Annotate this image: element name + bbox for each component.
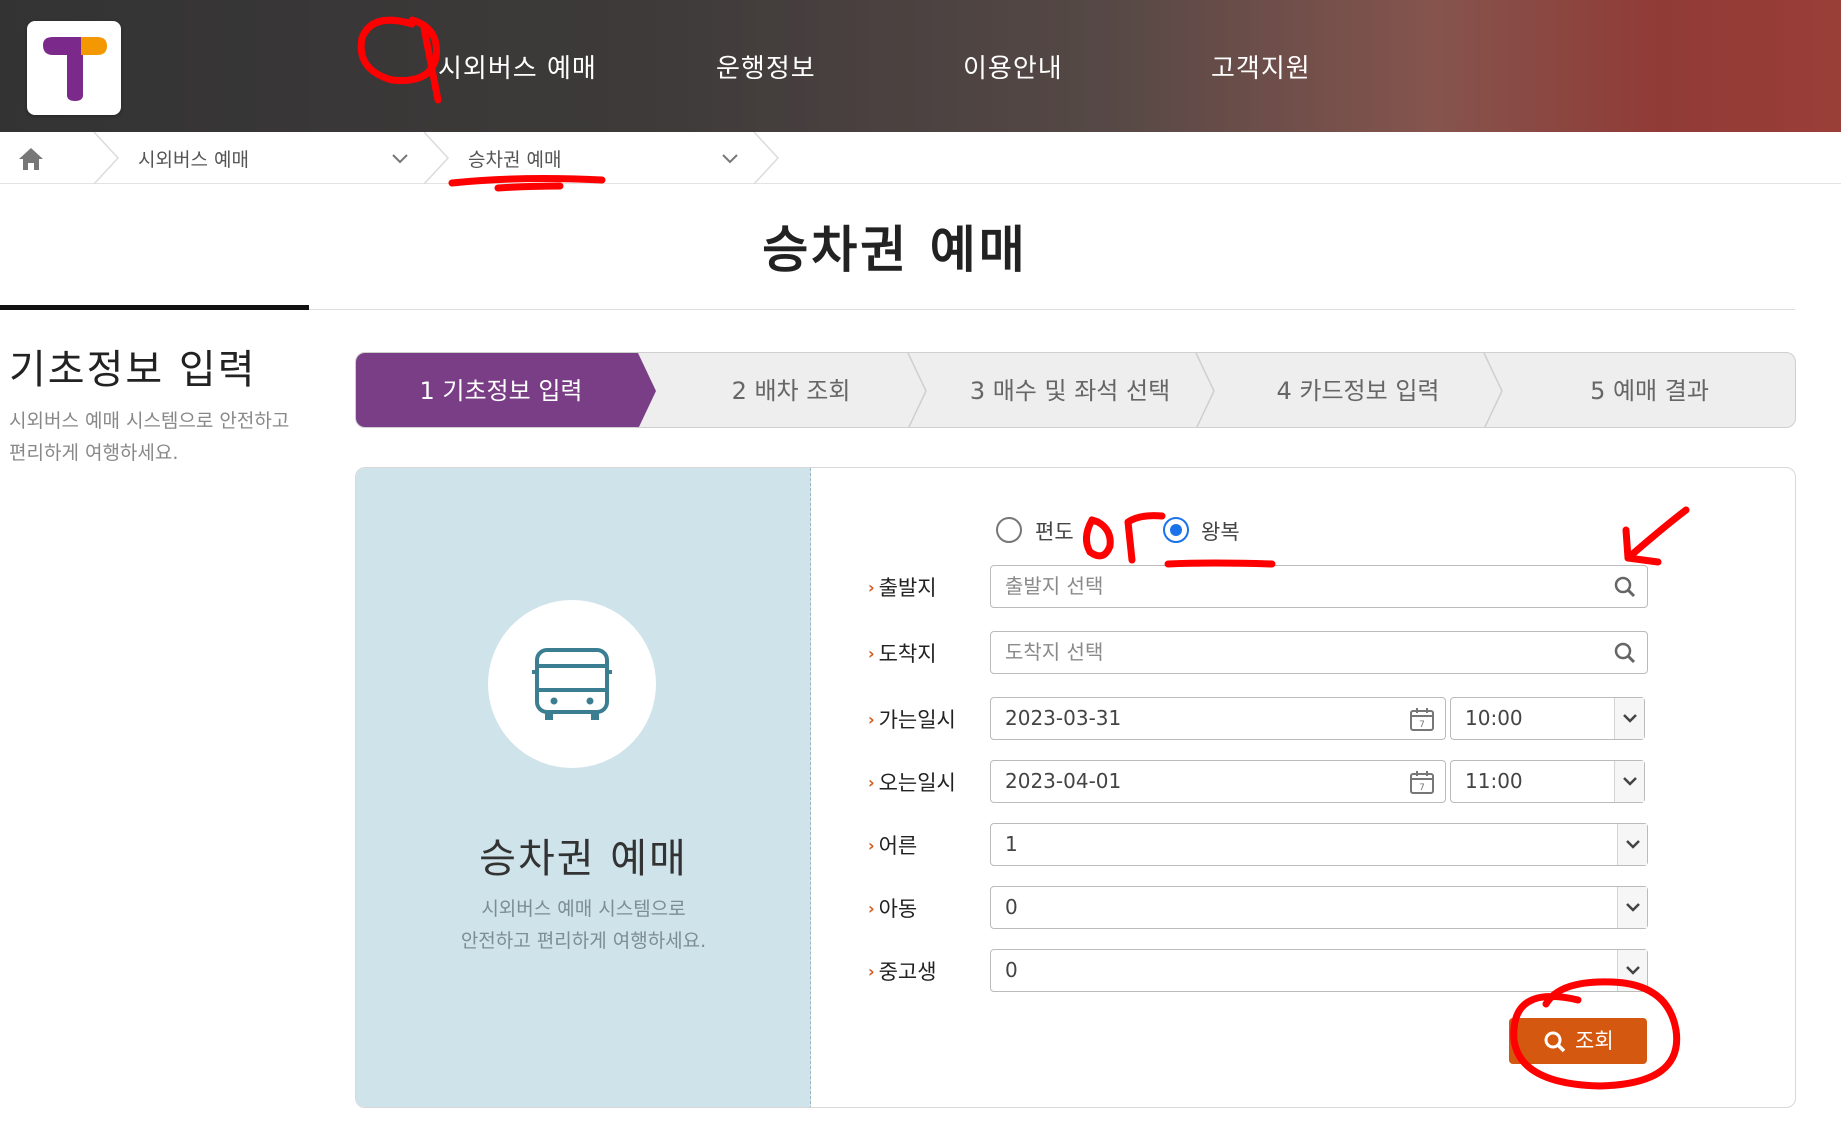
page-title: 승차권 예매 xyxy=(762,221,1028,279)
svg-text:7: 7 xyxy=(1419,783,1425,793)
svg-text:7: 7 xyxy=(1419,720,1425,730)
panel-description: 시외버스 예매 시스템으로 안전하고 편리하게 여행하세요. xyxy=(356,893,811,957)
nav-customer-support[interactable]: 고객지원 xyxy=(1211,48,1311,85)
arrival-placeholder: 도착지 선택 xyxy=(1005,640,1104,664)
panel-title: 승차권 예매 xyxy=(479,836,688,882)
search-button[interactable]: 조회 xyxy=(1509,1018,1647,1064)
global-nav: 시외버스 예매 운행정보 이용안내 고객지원 xyxy=(0,0,1841,132)
nav-intercity-bus-booking[interactable]: 시외버스 예매 xyxy=(438,48,597,85)
chevron-down-icon[interactable] xyxy=(390,148,410,168)
student-count-select[interactable]: 0 xyxy=(990,949,1648,992)
bus-icon-circle xyxy=(488,600,656,768)
panel-description-line: 안전하고 편리하게 여행하세요. xyxy=(460,930,707,952)
adult-label-text: 어른 xyxy=(878,834,918,858)
step-dispatch-lookup: 2 배차 조회 xyxy=(731,377,851,405)
nav-operation-info[interactable]: 운행정보 xyxy=(716,48,816,85)
search-icon[interactable] xyxy=(1613,641,1637,665)
search-icon[interactable] xyxy=(1613,575,1637,599)
breadcrumb-separator xyxy=(93,132,120,184)
chevron-down-icon[interactable] xyxy=(1614,698,1644,739)
home-icon[interactable] xyxy=(16,145,46,173)
child-label: › 아동 xyxy=(868,893,917,923)
return-date-label-text: 오는일시 xyxy=(878,771,956,795)
return-date-value: 2023-04-01 xyxy=(1005,769,1122,793)
search-icon xyxy=(1544,1031,1566,1053)
go-date-label: › 가는일시 xyxy=(868,704,956,734)
booking-steps: 1 기초정보 입력 2 배차 조회 3 매수 및 좌석 선택 4 카드정보 입력… xyxy=(355,352,1796,428)
step-basic-info: 1 기초정보 입력 xyxy=(419,377,583,405)
chevron-down-icon xyxy=(1623,714,1637,723)
arrival-label: › 도착지 xyxy=(868,638,937,668)
chevron-down-icon xyxy=(1623,777,1637,786)
return-date-label: › 오는일시 xyxy=(868,767,956,797)
nav-usage-guide[interactable]: 이용안내 xyxy=(963,48,1063,85)
panel-intro: 승차권 예매 시외버스 예매 시스템으로 안전하고 편리하게 여행하세요. xyxy=(356,468,811,1107)
step-booking-result: 5 예매 결과 xyxy=(1590,377,1709,405)
title-divider-accent xyxy=(0,305,309,310)
chevron-down-icon[interactable] xyxy=(1617,887,1647,928)
search-button-label: 조회 xyxy=(1575,1029,1614,1053)
go-date-label-text: 가는일시 xyxy=(878,708,956,732)
go-date-value: 2023-03-31 xyxy=(1005,706,1122,730)
panel-description-line: 시외버스 예매 시스템으로 xyxy=(481,898,686,920)
child-label-text: 아동 xyxy=(878,897,918,921)
adult-count-select[interactable]: 1 xyxy=(990,823,1648,866)
section-title: 기초정보 입력 xyxy=(9,347,257,393)
bullet-arrow-icon: › xyxy=(868,773,875,792)
round-trip-label[interactable]: 왕복 xyxy=(1201,516,1240,546)
go-date-input[interactable]: 2023-03-31 7 xyxy=(990,697,1446,740)
chevron-down-icon xyxy=(1626,840,1640,849)
chevron-down-icon xyxy=(1626,903,1640,912)
go-time-select[interactable]: 10:00 xyxy=(1450,697,1645,740)
departure-input[interactable]: 출발지 선택 xyxy=(990,565,1648,608)
bus-icon xyxy=(532,648,612,720)
section-description: 시외버스 예매 시스템으로 안전하고 편리하게 여행하세요. xyxy=(9,410,290,464)
go-time-value: 10:00 xyxy=(1465,706,1523,730)
bullet-arrow-icon: › xyxy=(868,836,875,855)
breadcrumb: 시외버스 예매 승차권 예매 xyxy=(0,132,1841,184)
top-header: 시외버스 예매 운행정보 이용안내 고객지원 xyxy=(0,0,1841,132)
booking-form-panel: 승차권 예매 시외버스 예매 시스템으로 안전하고 편리하게 여행하세요. 편도… xyxy=(355,467,1796,1108)
step-seat-selection: 3 매수 및 좌석 선택 xyxy=(969,377,1171,405)
student-label-text: 중고생 xyxy=(878,960,937,984)
calendar-icon[interactable]: 7 xyxy=(1409,769,1435,795)
breadcrumb-item-ticket-booking[interactable]: 승차권 예매 xyxy=(468,145,561,172)
chevron-down-icon[interactable] xyxy=(1617,824,1647,865)
student-label: › 중고생 xyxy=(868,956,937,986)
child-count-select[interactable]: 0 xyxy=(990,886,1648,929)
breadcrumb-item-intercity-bus[interactable]: 시외버스 예매 xyxy=(138,145,249,172)
one-way-radio[interactable] xyxy=(996,517,1022,543)
bullet-arrow-icon: › xyxy=(868,578,875,597)
bullet-arrow-icon: › xyxy=(868,710,875,729)
departure-label-text: 출발지 xyxy=(878,576,937,600)
student-count-value: 0 xyxy=(1005,958,1018,982)
round-trip-radio[interactable] xyxy=(1163,517,1189,543)
departure-placeholder: 출발지 선택 xyxy=(1005,574,1104,598)
bullet-arrow-icon: › xyxy=(868,899,875,918)
arrival-input[interactable]: 도착지 선택 xyxy=(990,631,1648,674)
chevron-down-icon[interactable] xyxy=(720,148,740,168)
chevron-down-icon[interactable] xyxy=(1617,950,1647,991)
departure-label: › 출발지 xyxy=(868,572,937,602)
adult-label: › 어른 xyxy=(868,830,917,860)
return-date-input[interactable]: 2023-04-01 7 xyxy=(990,760,1446,803)
return-time-select[interactable]: 11:00 xyxy=(1450,760,1645,803)
bullet-arrow-icon: › xyxy=(868,962,875,981)
child-count-value: 0 xyxy=(1005,895,1018,919)
step-card-info: 4 카드정보 입력 xyxy=(1276,377,1440,405)
arrival-label-text: 도착지 xyxy=(878,642,937,666)
bullet-arrow-icon: › xyxy=(868,644,875,663)
chevron-down-icon[interactable] xyxy=(1614,761,1644,802)
one-way-label[interactable]: 편도 xyxy=(1035,516,1074,546)
return-time-value: 11:00 xyxy=(1465,769,1523,793)
chevron-down-icon xyxy=(1626,966,1640,975)
breadcrumb-separator xyxy=(753,132,780,184)
adult-count-value: 1 xyxy=(1005,832,1018,856)
trip-type-group: 편도 왕복 xyxy=(996,514,1296,546)
calendar-icon[interactable]: 7 xyxy=(1409,706,1435,732)
breadcrumb-separator xyxy=(423,132,450,184)
